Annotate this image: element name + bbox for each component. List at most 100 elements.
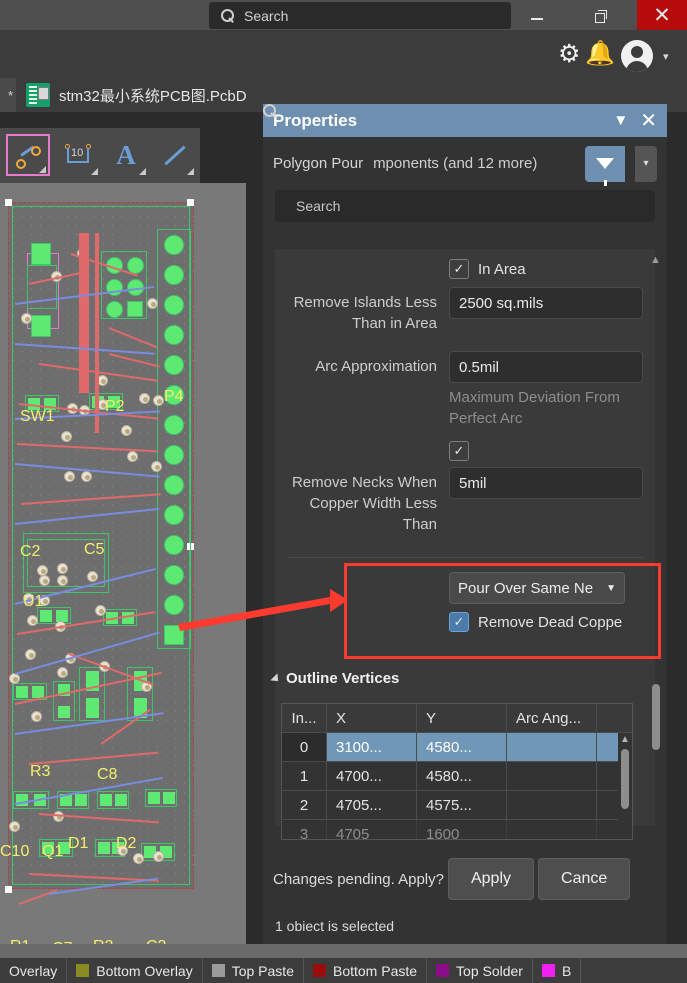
restore-icon: [595, 10, 606, 21]
annotation-highlight-box: [344, 563, 661, 659]
status-bar: 1 obiect is selected: [275, 918, 394, 934]
bell-icon[interactable]: 🔔: [585, 40, 615, 68]
properties-scrollbar[interactable]: ▲: [650, 254, 661, 754]
in-area-checkbox[interactable]: ✓: [449, 259, 469, 279]
arc-approximation-input[interactable]: 0.5mil: [449, 351, 643, 383]
smd-pad: [79, 667, 105, 721]
layer-tab-bar: Overlay Bottom OverlayTop PasteBottom Pas…: [0, 958, 687, 983]
layer-color-swatch: [313, 964, 326, 977]
apply-button[interactable]: Apply: [448, 858, 534, 900]
properties-search-input[interactable]: Search: [275, 190, 655, 222]
filter-dropdown-button[interactable]: ▾: [635, 146, 657, 182]
pcb-designator: D2: [116, 835, 136, 853]
funnel-icon: [596, 158, 614, 169]
selection-handle[interactable]: [5, 886, 12, 893]
cell-y: 4575...: [417, 791, 507, 819]
maximize-button[interactable]: [578, 0, 622, 30]
layer-tab[interactable]: B: [533, 958, 581, 983]
in-area-label: In Area: [478, 261, 526, 278]
pcb-designator: Q1: [42, 843, 63, 861]
column-header-y[interactable]: Y: [417, 704, 507, 732]
cell-x: 4700...: [327, 762, 417, 790]
layer-tab-label: B: [562, 963, 571, 979]
outline-vertices-title: Outline Vertices: [286, 670, 399, 687]
account-bar: ⚙ 🔔 ▾: [0, 30, 687, 78]
gear-icon[interactable]: ⚙: [558, 40, 580, 68]
tool-expand-corner[interactable]: [39, 166, 46, 173]
layer-tab[interactable]: Overlay: [0, 958, 67, 983]
outline-vertices-header[interactable]: Outline Vertices: [273, 670, 399, 687]
draw-toolbar: 10 A: [0, 128, 200, 183]
pcb-canvas[interactable]: SW1P2P4C2C5U1R3C8C10Q1D1D2R1C7R2C3C11C6R…: [0, 183, 246, 951]
remove-islands-row: Remove Islands Less Than in Area 2500 sq…: [275, 287, 655, 334]
selection-handle[interactable]: [187, 199, 194, 206]
table-row[interactable]: 347051600: [282, 820, 632, 840]
layer-tab[interactable]: Top Solder: [427, 958, 533, 983]
text-tool-button[interactable]: A: [104, 134, 148, 176]
line-tool-button[interactable]: [152, 134, 196, 176]
tool-expand-corner[interactable]: [139, 168, 146, 175]
chevron-down-icon[interactable]: ▾: [663, 50, 669, 63]
cancel-button[interactable]: Cance: [538, 858, 630, 900]
cell-arc-angle: [507, 733, 597, 761]
table-row[interactable]: 03100...4580...: [282, 733, 632, 762]
remove-necks-input[interactable]: 5mil: [449, 467, 643, 499]
remove-necks-checkbox[interactable]: ✓: [449, 441, 469, 461]
pcb-designator: U1: [23, 593, 43, 611]
scrollbar-thumb[interactable]: [652, 684, 660, 750]
scroll-up-icon[interactable]: ▲: [618, 733, 632, 747]
table-row[interactable]: 24705...4575...: [282, 791, 632, 820]
table-row[interactable]: 14700...4580...: [282, 762, 632, 791]
properties-panel-header: Properties ▼ ✕: [263, 104, 667, 137]
scrollbar-thumb[interactable]: [621, 749, 629, 809]
minimize-button[interactable]: [515, 0, 559, 30]
column-header-arc-angle[interactable]: Arc Ang...: [507, 704, 597, 732]
dimension-icon: 10: [63, 142, 93, 168]
layer-tab[interactable]: Bottom Overlay: [67, 958, 202, 983]
window-title-bar: Search ✕: [0, 0, 687, 30]
table-scrollbar[interactable]: ▲: [618, 733, 632, 839]
cell-index: 3: [282, 820, 327, 840]
object-kind-label: Polygon Pour: [273, 155, 363, 172]
cell-y: 4580...: [417, 733, 507, 761]
layer-tab-label: Overlay: [9, 963, 57, 979]
chevron-collapse-icon: [270, 673, 281, 684]
arc-approximation-label: Arc Approximation: [287, 351, 449, 377]
cell-x: 4705: [327, 820, 417, 840]
selection-handle[interactable]: [5, 199, 12, 206]
remove-islands-input[interactable]: 2500 sq.mils: [449, 287, 643, 319]
tab-pcb-document[interactable]: stm32最小系统PCB图.PcbD: [18, 78, 255, 112]
layer-tab[interactable]: Top Paste: [203, 958, 304, 983]
collapse-icon[interactable]: ▼: [613, 112, 628, 129]
close-button[interactable]: ✕: [637, 0, 687, 30]
tab-inactive[interactable]: *: [0, 78, 16, 112]
avatar[interactable]: [621, 40, 653, 72]
column-header-x[interactable]: X: [327, 704, 417, 732]
cell-x: 3100...: [327, 733, 417, 761]
cell-index: 2: [282, 791, 327, 819]
line-icon: [162, 143, 186, 167]
tool-expand-corner[interactable]: [91, 168, 98, 175]
cell-y: 1600: [417, 820, 507, 840]
pcb-designator: C2: [20, 543, 40, 561]
global-search-input[interactable]: Search: [209, 2, 511, 29]
dimension-tool-button[interactable]: 10: [56, 134, 100, 176]
outline-vertices-table[interactable]: In... X Y Arc Ang... 03100...4580...1470…: [281, 703, 633, 840]
minimize-icon: [531, 18, 543, 20]
object-more-label: mponents (and 12 more): [373, 155, 575, 172]
close-icon[interactable]: ✕: [640, 111, 657, 131]
layer-color-swatch: [76, 964, 89, 977]
table-header-row: In... X Y Arc Ang...: [282, 704, 632, 733]
tool-expand-corner[interactable]: [187, 168, 194, 175]
route-tool-button[interactable]: [6, 134, 50, 176]
layer-tab[interactable]: Bottom Paste: [304, 958, 427, 983]
pcb-chip-icon: [26, 83, 50, 107]
tab-label: stm32最小系统PCB图.PcbD: [59, 85, 247, 106]
scroll-up-icon[interactable]: ▲: [650, 254, 661, 266]
pcb-designator: SW1: [20, 408, 55, 426]
changes-pending-label: Changes pending. Apply?: [273, 871, 444, 888]
filter-button[interactable]: [585, 146, 625, 182]
column-header-index[interactable]: In...: [282, 704, 327, 732]
dimension-value: 10: [71, 147, 83, 159]
table-body: 03100...4580...14700...4580...24705...45…: [282, 733, 632, 840]
